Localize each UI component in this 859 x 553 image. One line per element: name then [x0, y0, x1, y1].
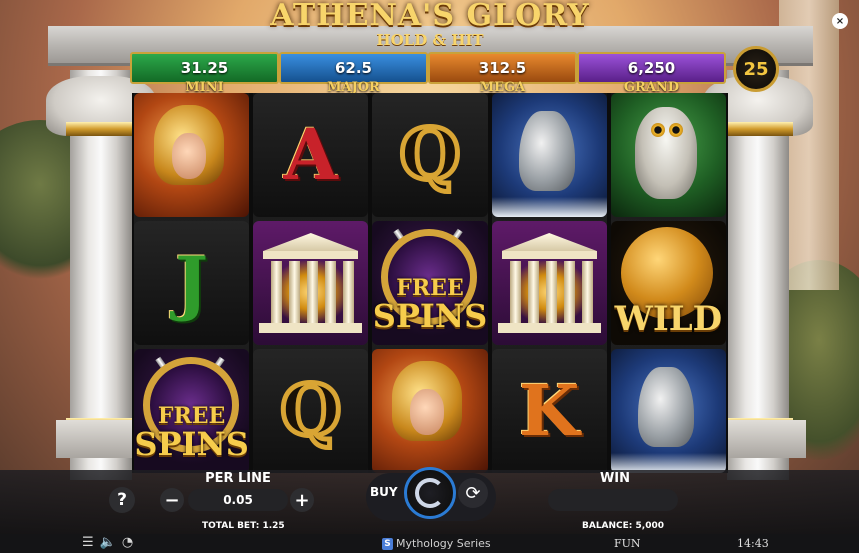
jackpot-major: 62.5 MAJOR — [279, 52, 428, 95]
jackpot-mega: 312.5 MEGA — [428, 52, 577, 95]
vase-icon — [491, 93, 607, 217]
provider-series: Mythology Series — [396, 537, 491, 550]
menu-icon[interactable]: ☰ — [82, 535, 94, 550]
play-mode: FUN — [614, 537, 641, 550]
win-label: WIN — [599, 471, 631, 486]
reels-grid: J FREE SPINS A Q Q FREE SPINS K WILD — [132, 93, 728, 473]
reel-5: WILD — [610, 93, 727, 473]
turbo-icon[interactable]: ◔ — [122, 535, 133, 550]
close-button[interactable]: × — [832, 13, 848, 29]
total-bet: TOTAL BET: 1.25 — [202, 521, 285, 531]
jackpot-mini: 31.25 MINI — [130, 52, 279, 95]
left-column-gold-band — [66, 122, 136, 136]
clock: 14:43 — [737, 537, 769, 550]
symbol-q-letter: Q — [278, 369, 344, 452]
warrior-icon — [372, 349, 488, 473]
symbol-a-letter: A — [283, 113, 338, 196]
status-bar: ☰ 🔈 ◔ S Mythology Series FUN 14:43 — [0, 534, 859, 553]
free-spins-icon: FREE SPINS — [372, 221, 488, 345]
paylines-badge[interactable]: 25 — [733, 46, 779, 92]
autoplay-button[interactable]: ⟳ — [458, 478, 488, 508]
buy-feature-button[interactable]: BUY — [370, 485, 398, 499]
owl-icon — [610, 93, 727, 217]
symbol-k: K — [491, 349, 607, 473]
wild-icon: WILD — [610, 221, 727, 345]
vase-icon — [610, 349, 727, 473]
symbol-a: A — [253, 93, 369, 217]
reel-4: K — [491, 93, 607, 473]
per-line-value: 0.05 — [188, 489, 288, 511]
spin-button[interactable] — [404, 467, 456, 519]
autoplay-icon: ⟳ — [465, 482, 481, 504]
symbol-q: Q — [372, 93, 488, 217]
help-button[interactable]: ? — [109, 487, 135, 513]
reel-3: Q FREE SPINS — [372, 93, 488, 473]
symbol-q: Q — [253, 349, 369, 473]
provider-logo-icon: S — [382, 537, 393, 550]
symbol-k-letter: K — [518, 369, 580, 452]
sound-icon[interactable]: 🔈 — [100, 535, 116, 550]
reel-2: A Q — [253, 93, 369, 473]
per-line-label: PER LINE — [205, 471, 271, 486]
right-column-gold-band — [723, 122, 793, 136]
game-title: ATHENA'S GLORY — [270, 0, 590, 33]
wild-label: WILD — [614, 299, 723, 339]
warrior-icon — [134, 93, 250, 217]
reel-1: J FREE SPINS — [134, 93, 250, 473]
free-spins-label-bottom: SPINS — [134, 425, 249, 463]
game-subtitle: HOLD & HIT — [376, 31, 484, 49]
win-value — [548, 489, 678, 511]
symbol-j: J — [134, 221, 250, 345]
game-logo: ATHENA'S GLORY HOLD & HIT — [240, 0, 620, 50]
temple-icon — [253, 221, 369, 345]
balance: BALANCE: 5,000 — [582, 521, 665, 531]
free-spins-icon: FREE SPINS — [134, 349, 250, 473]
footer-icons: ☰ 🔈 ◔ — [82, 535, 133, 550]
symbol-q-letter: Q — [397, 113, 463, 196]
provider-brand: S Mythology Series — [382, 537, 491, 550]
temple-icon — [491, 221, 607, 345]
decrease-bet-button[interactable]: − — [160, 488, 184, 512]
symbol-j-letter: J — [175, 241, 209, 324]
jackpot-grand: 6,250 GRAND — [577, 52, 726, 95]
increase-bet-button[interactable]: + — [290, 488, 314, 512]
free-spins-label-bottom: SPINS — [372, 297, 488, 335]
spin-icon — [415, 478, 445, 508]
jackpot-bar: 31.25 MINI 62.5 MAJOR 312.5 MEGA 6,250 G… — [130, 52, 726, 95]
